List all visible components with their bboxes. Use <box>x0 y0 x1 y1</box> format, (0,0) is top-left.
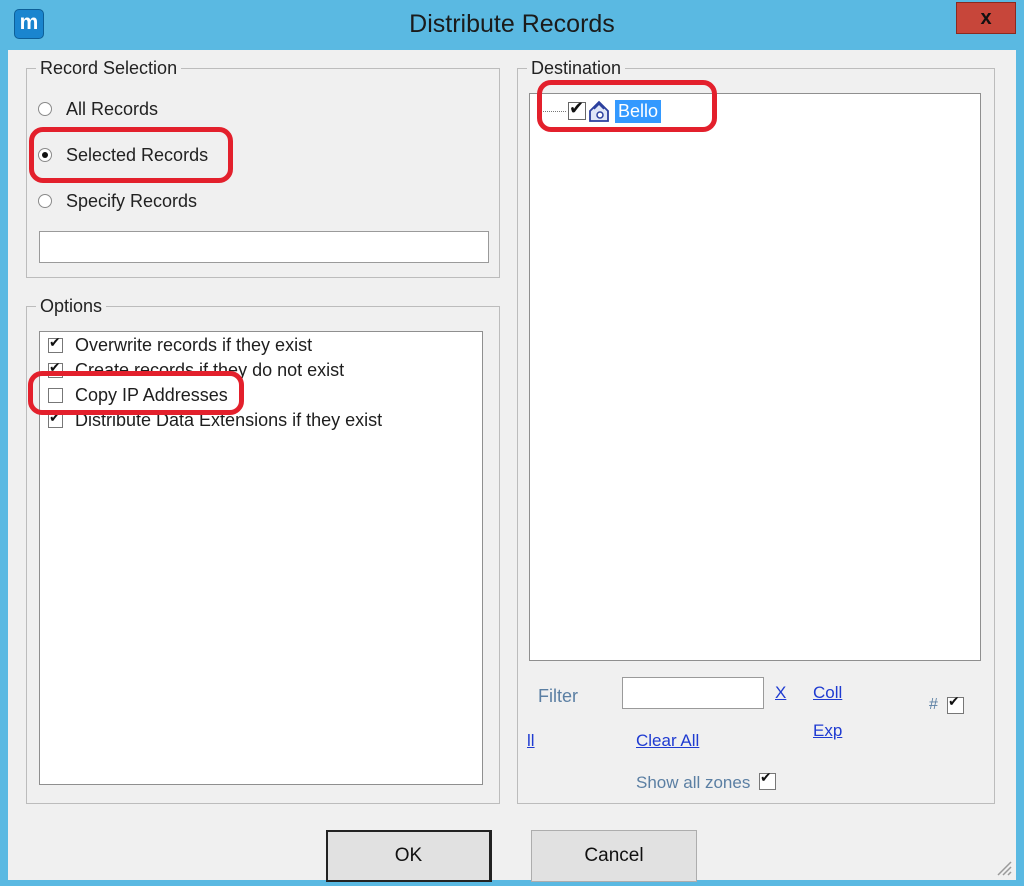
radio-specify-records[interactable]: Specify Records <box>38 189 197 213</box>
filter-label: Filter <box>538 686 578 706</box>
filter-input[interactable] <box>622 677 764 709</box>
option-overwrite-records-checkbox[interactable] <box>48 335 63 353</box>
hash-checkbox[interactable] <box>947 694 964 714</box>
highlight-destination-bello <box>537 80 717 132</box>
window-title: Distribute Records <box>409 10 615 38</box>
show-all-zones-label[interactable]: Show all zones <box>636 773 750 793</box>
destination-legend: Destination <box>527 58 626 79</box>
show-all-zones-checkbox[interactable] <box>759 770 776 790</box>
radio-specify-records-circle[interactable] <box>38 194 52 208</box>
title-bar: m Distribute Records x <box>0 0 1024 50</box>
radio-specify-records-label[interactable]: Specify Records <box>66 191 197 212</box>
radio-all-records[interactable]: All Records <box>38 97 158 121</box>
ok-button[interactable]: OK <box>326 830 492 882</box>
cancel-button[interactable]: Cancel <box>531 830 697 882</box>
highlight-selected-records <box>29 127 233 183</box>
select-all-link[interactable]: ll <box>527 731 535 751</box>
option-overwrite-records-label[interactable]: Overwrite records if they exist <box>75 335 312 356</box>
option-overwrite-records[interactable]: Overwrite records if they exist <box>48 334 312 356</box>
radio-all-records-label[interactable]: All Records <box>66 99 158 120</box>
close-button[interactable]: x <box>956 2 1016 34</box>
expand-link[interactable]: Exp <box>813 721 842 741</box>
destination-group: Destination Bello Filter X Coll Exp # ll… <box>517 58 995 804</box>
clear-all-link[interactable]: Clear All <box>636 731 699 751</box>
record-selection-legend: Record Selection <box>36 58 182 79</box>
resize-grip-icon[interactable] <box>994 858 1012 876</box>
radio-all-records-circle[interactable] <box>38 102 52 116</box>
hash-label: # <box>929 696 938 713</box>
collapse-link[interactable]: Coll <box>813 683 842 703</box>
destination-tree[interactable]: Bello <box>529 93 981 661</box>
filter-clear-x-link[interactable]: X <box>775 683 786 703</box>
highlight-copy-ip-addresses <box>28 371 244 415</box>
specify-records-input[interactable] <box>39 231 489 263</box>
options-legend: Options <box>36 296 107 317</box>
